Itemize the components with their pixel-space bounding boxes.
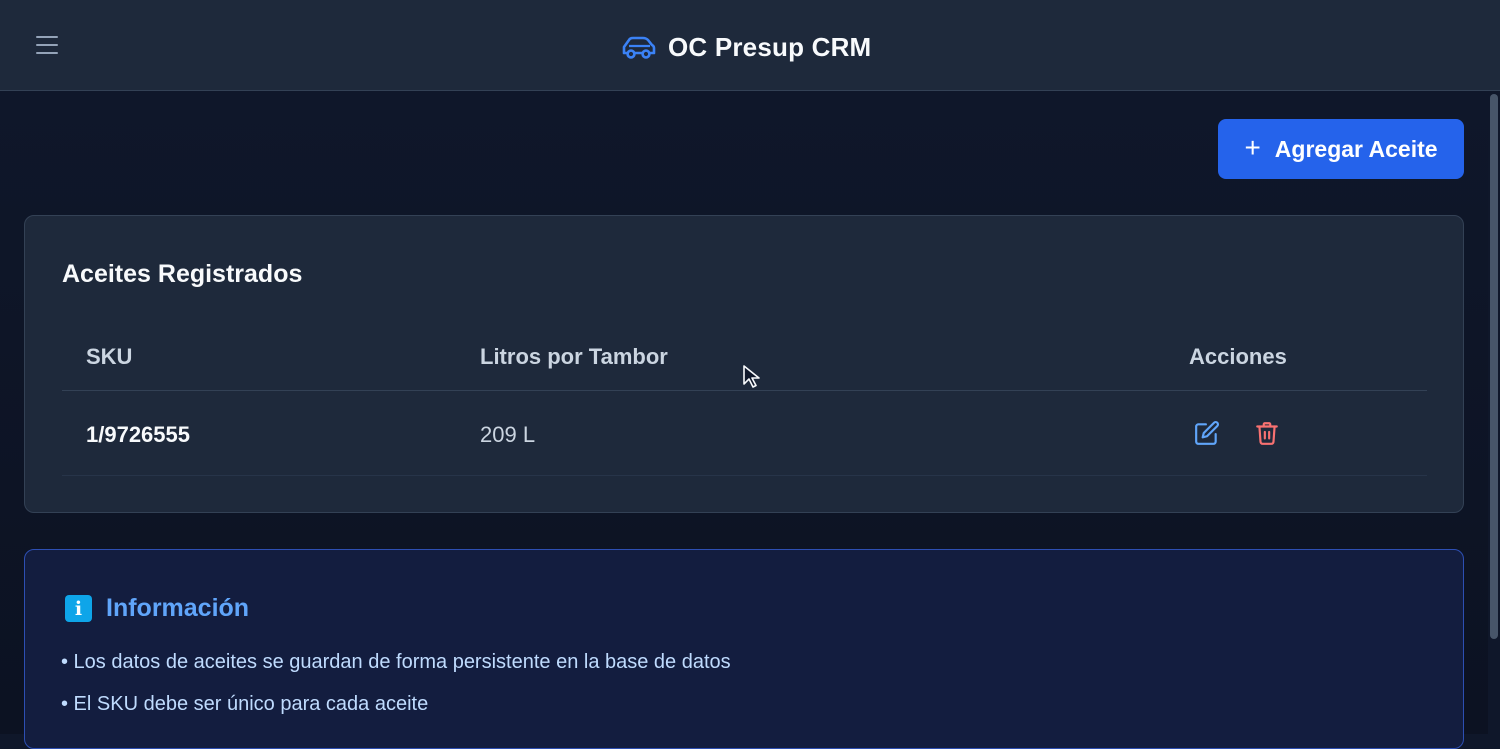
column-header-acciones: Acciones bbox=[1189, 344, 1287, 369]
column-header-litros: Litros por Tambor bbox=[480, 344, 668, 369]
table-header: SKU Litros por Tambor Acciones bbox=[62, 326, 1427, 391]
app-title: OC Presup CRM bbox=[668, 31, 872, 62]
plus-icon: + bbox=[1244, 131, 1261, 163]
scrollbar-thumb[interactable] bbox=[1490, 94, 1498, 639]
oils-card-title: Aceites Registrados bbox=[62, 260, 303, 288]
info-title-text: Información bbox=[106, 594, 250, 622]
row-sku: 1/9726555 bbox=[86, 422, 190, 447]
add-oil-button[interactable]: + Agregar Aceite bbox=[1218, 119, 1464, 179]
column-header-sku: SKU bbox=[86, 344, 133, 369]
info-panel: i Información • Los datos de aceites se … bbox=[24, 549, 1464, 749]
scrollbar[interactable] bbox=[1488, 91, 1500, 734]
car-icon bbox=[622, 36, 656, 59]
info-item: • El SKU debe ser único para cada aceite bbox=[61, 693, 429, 715]
info-title: i Información bbox=[65, 594, 249, 623]
trash-icon[interactable] bbox=[1254, 420, 1280, 446]
edit-icon[interactable] bbox=[1194, 420, 1220, 446]
brand: OC Presup CRM bbox=[620, 30, 871, 64]
hamburger-menu-icon[interactable] bbox=[36, 32, 66, 58]
add-oil-label: Agregar Aceite bbox=[1274, 135, 1438, 162]
top-navbar: OC Presup CRM bbox=[0, 0, 1500, 91]
info-icon: i bbox=[65, 595, 92, 622]
table-row: 1/9726555 209 L bbox=[62, 392, 1427, 476]
row-litros: 209 L bbox=[480, 422, 536, 447]
info-item: • Los datos de aceites se guardan de for… bbox=[61, 651, 731, 673]
oils-card: Aceites Registrados SKU Litros por Tambo… bbox=[24, 215, 1464, 513]
